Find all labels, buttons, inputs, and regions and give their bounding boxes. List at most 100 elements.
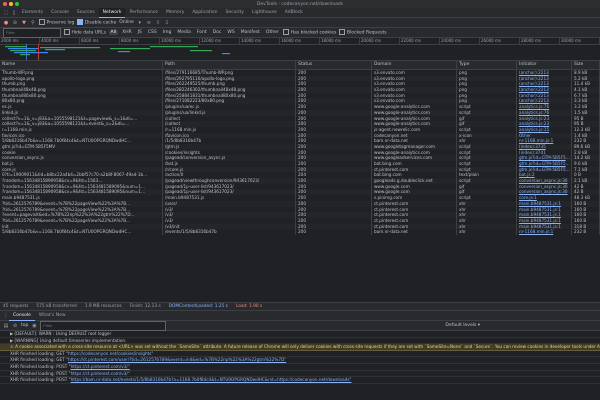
waterfall-bar [40, 47, 100, 49]
window-title: DevTools - codecanyon.net/downloads [256, 1, 344, 7]
filter-type-doc[interactable]: Doc [211, 30, 223, 35]
panel-tabs: ⬚ ▯ Elements Console Sources Network Per… [0, 7, 600, 18]
blocked-cookies-box[interactable] [283, 29, 289, 35]
console-message-text: XHR finished loading: POST " [10, 377, 71, 383]
tab-memory[interactable]: Memory [162, 8, 188, 17]
filter-type-font[interactable]: Font [195, 30, 208, 35]
tab-network[interactable]: Network [98, 7, 126, 18]
dcl-marker [26, 44, 27, 60]
request-type: xhr [457, 229, 517, 235]
column-domain[interactable]: Domain [372, 61, 457, 69]
request-table-body[interactable]: Thumb-WP.png/files/279116685/Thumb-WP.pn… [0, 70, 600, 302]
console-message-link[interactable]: https://ct.pinterest.com/user/?tid=26125… [68, 357, 286, 362]
waterfall-bar [5, 46, 27, 48]
waterfall-bar [118, 51, 130, 53]
tab-elements[interactable]: Elements [18, 8, 47, 17]
upload-icon[interactable]: ⇧ [155, 20, 161, 26]
console-message: XHR finished loading: POST "https://bam.… [0, 377, 600, 384]
preserve-log-label: Preserve log [46, 20, 75, 26]
search-icon[interactable]: ⚲ [30, 20, 36, 26]
hide-data-urls-box[interactable] [64, 29, 70, 35]
eye-icon[interactable]: ◉ [31, 323, 37, 329]
filter-type-media[interactable]: Media [176, 30, 193, 35]
filter-type-all[interactable]: All [109, 30, 118, 35]
clear-console-icon[interactable]: ⊘ [12, 323, 18, 329]
minimize-window-button[interactable] [9, 2, 13, 6]
preserve-log-checkbox[interactable]: Preserve log [39, 19, 75, 26]
network-status-bar: 45 requests 575 kB transferred 1.9 MB re… [0, 302, 600, 310]
preserve-log-box[interactable] [39, 19, 45, 25]
hide-data-urls-checkbox[interactable]: Hide data URLs [64, 29, 107, 36]
chevron-down-icon[interactable]: ▾ [137, 20, 143, 26]
filter-type-css[interactable]: CSS [146, 30, 158, 35]
drawer-tab-console[interactable]: Console [9, 311, 35, 321]
tab-console[interactable]: Console [47, 8, 73, 17]
tab-performance[interactable]: Performance [125, 8, 162, 17]
tab-lighthouse[interactable]: Lighthouse [248, 8, 281, 17]
timeline-waterfall [5, 44, 230, 60]
console-message-link[interactable]: https://bam.nr-data.net/events/1/5/8b831… [71, 377, 352, 382]
tab-application[interactable]: Application [188, 8, 221, 17]
sidebar-toggle-icon[interactable]: ▤ [3, 323, 9, 329]
throttle-select[interactable]: Online [119, 20, 134, 25]
column-size[interactable]: Size [572, 61, 600, 69]
filter-type-ws[interactable]: WS [226, 30, 236, 35]
waterfall-bar [110, 48, 150, 50]
blocked-requests-label: Blocked Requests [346, 30, 387, 36]
filter-type-xhr[interactable]: XHR [121, 30, 134, 35]
column-type[interactable]: Type [457, 61, 517, 69]
drawer-tab-whats-new[interactable]: What's New [35, 311, 70, 320]
record-icon[interactable]: ● [3, 20, 9, 26]
console-message-link[interactable]: https://codecanyon.net/cookies/insights" [68, 351, 153, 356]
console-message: XHR finished loading: GET "https://ct.pi… [0, 357, 600, 364]
blocked-cookies-checkbox[interactable]: Has blocked cookies [283, 29, 337, 36]
filter-icon[interactable]: ▼ [21, 20, 27, 26]
blocked-cookies-label: Has blocked cookies [290, 30, 337, 36]
table-row[interactable]: 5/8b8316b47b&v=1168.7b0f84c4&t=NTU0OPGRQ… [0, 229, 600, 235]
column-path[interactable]: Path [163, 61, 296, 69]
filter-type-manifest[interactable]: Manifest [239, 30, 261, 35]
title-bar: DevTools - codecanyon.net/downloads [0, 0, 600, 8]
column-initiator[interactable]: Initiator [517, 61, 572, 69]
download-icon[interactable]: ⇩ [164, 20, 170, 26]
filter-bar: Hide data URLs All XHR JS CSS Img Media … [0, 27, 600, 38]
context-select[interactable]: top [21, 323, 28, 328]
column-name[interactable]: Name [0, 61, 163, 69]
console-message-text: ▶ [DEFAULT]: WARN : Using DEFAULT root l… [10, 331, 112, 336]
tab-adblock[interactable]: AdBlock [281, 8, 307, 17]
console-message: XHR finished loading: POST "https://ct.p… [0, 364, 600, 371]
disable-cache-box[interactable] [77, 19, 83, 25]
close-window-button[interactable] [3, 2, 7, 6]
device-toolbar-icon[interactable]: ▯ [10, 10, 18, 16]
clear-icon[interactable]: ⊘ [12, 20, 18, 26]
inspect-element-icon[interactable]: ⬚ [2, 10, 10, 16]
console-message-link[interactable]: https://ct.pinterest.com/v3/" [71, 364, 130, 369]
blocked-requests-box[interactable] [339, 29, 345, 35]
disable-cache-checkbox[interactable]: Disable cache [77, 19, 116, 26]
console-warning: ⚠ A cookie associated with a cross-site … [0, 344, 600, 351]
tab-security[interactable]: Security [221, 8, 247, 17]
hide-data-urls-label: Hide data URLs [71, 30, 107, 36]
filter-input[interactable] [3, 27, 61, 38]
tab-sources[interactable]: Sources [73, 8, 99, 17]
load-time: Load: 1.90 s [235, 304, 263, 309]
console-message: XHR finished loading: POST "https://ct.p… [0, 371, 600, 378]
log-levels-select[interactable]: Default levels ▾ [445, 323, 480, 328]
console-filter-input[interactable] [40, 320, 167, 331]
network-overview-timeline[interactable]: 2000 ms 4000 ms 6000 ms 8000 ms 10000 ms 1200… [0, 38, 600, 61]
load-marker [38, 44, 39, 60]
maximize-window-button[interactable] [15, 2, 19, 6]
console-message-link[interactable]: https://ct.pinterest.com/v3/" [71, 371, 130, 376]
waterfall-bar [20, 54, 30, 56]
wifi-icon[interactable]: ≋ [146, 20, 152, 26]
dom-content-loaded-time: DOMContentLoaded: 1.25 s [168, 304, 228, 309]
blocked-requests-checkbox[interactable]: Blocked Requests [339, 29, 387, 36]
filter-type-img[interactable]: Img [161, 30, 173, 35]
filter-type-other[interactable]: Other [264, 30, 280, 35]
column-status[interactable]: Status [296, 61, 372, 69]
filter-type-js[interactable]: JS [136, 30, 143, 35]
console-toolbar: ▤ ⊘ top ◉ Default levels ▾ [0, 320, 600, 331]
devtools-window: DevTools - codecanyon.net/downloads ⬚ ▯ … [0, 0, 600, 400]
waterfall-bar [190, 50, 212, 52]
request-initiator[interactable]: nr-1168.min.js:1 [517, 229, 572, 235]
